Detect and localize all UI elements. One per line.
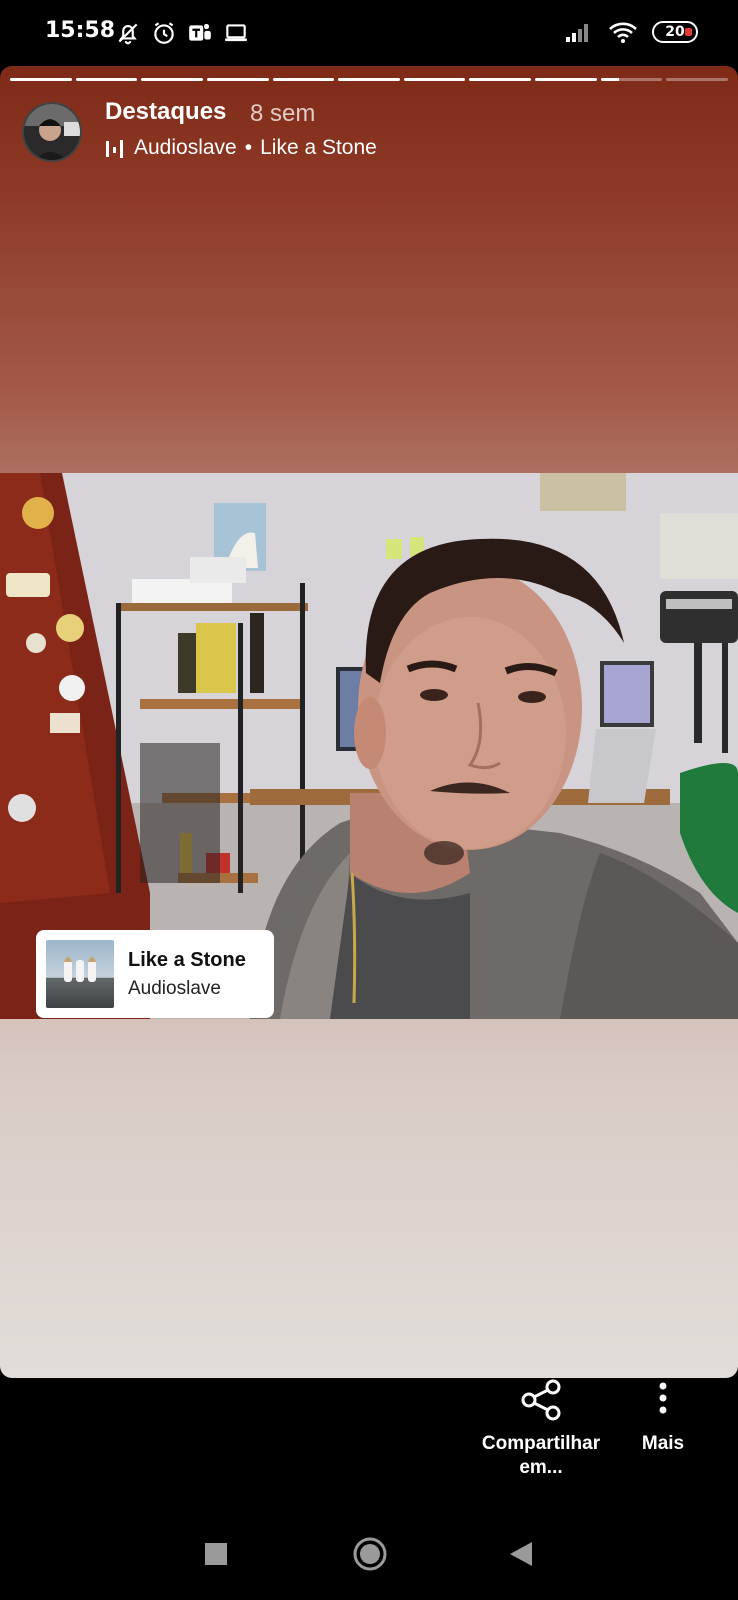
more-button[interactable]: Mais <box>624 1378 702 1456</box>
laptop-icon <box>225 24 247 42</box>
back-icon[interactable] <box>508 1540 534 1568</box>
music-song: Like a Stone <box>260 136 377 159</box>
progress-segment <box>666 78 729 81</box>
story-progress-bar <box>10 78 729 81</box>
sticker-song-title: Like a Stone <box>128 948 246 971</box>
progress-segment <box>338 78 400 81</box>
progress-segment <box>600 78 663 81</box>
album-art <box>46 940 114 1008</box>
teams-icon <box>189 23 211 41</box>
battery-low-indicator <box>685 28 692 36</box>
status-time: 15:58 <box>45 18 116 43</box>
progress-segment <box>10 78 72 81</box>
progress-segment <box>75 78 138 81</box>
more-vertical-icon <box>659 1382 667 1414</box>
progress-segment <box>141 78 203 81</box>
system-nav-bar <box>0 1500 738 1600</box>
progress-segment <box>272 78 335 81</box>
music-separator: • <box>244 136 253 159</box>
recents-icon[interactable] <box>204 1542 228 1566</box>
album-art-image <box>64 957 96 982</box>
story-time-ago: 8 sem <box>250 100 316 127</box>
share-label: Compartilhar em... <box>481 1433 601 1478</box>
music-sticker[interactable]: Like a Stone Audioslave <box>36 930 274 1018</box>
status-bar: 15:58 20 <box>0 0 738 66</box>
music-bars-icon <box>106 140 123 158</box>
alarm-icon <box>154 22 174 44</box>
wifi-icon <box>609 22 637 43</box>
progress-segment <box>469 78 532 81</box>
mute-icon <box>118 23 138 45</box>
avatar-image <box>24 104 80 160</box>
home-icon[interactable] <box>352 1536 388 1572</box>
share-button[interactable]: Compartilhar em... <box>470 1378 612 1480</box>
music-info[interactable]: Audioslave • Like a Stone <box>104 136 377 160</box>
sticker-artist: Audioslave <box>128 977 221 999</box>
story-viewer[interactable]: Destaques 8 sem Audioslave • Like a Ston… <box>0 66 738 1378</box>
status-notification-icons <box>115 20 249 46</box>
progress-segment <box>403 78 466 81</box>
battery-level: 20 <box>665 24 685 40</box>
progress-segment <box>535 78 597 81</box>
music-artist: Audioslave <box>134 136 237 159</box>
more-label: Mais <box>641 1433 685 1454</box>
battery-icon: 20 <box>652 21 698 43</box>
share-icon <box>521 1379 561 1421</box>
story-highlight-title[interactable]: Destaques <box>105 98 226 126</box>
signal-icon <box>566 24 588 42</box>
progress-segment <box>206 78 269 81</box>
story-actions: Compartilhar em... Mais <box>0 1378 738 1488</box>
avatar[interactable] <box>22 102 82 162</box>
status-system-icons: 20 <box>564 20 698 44</box>
